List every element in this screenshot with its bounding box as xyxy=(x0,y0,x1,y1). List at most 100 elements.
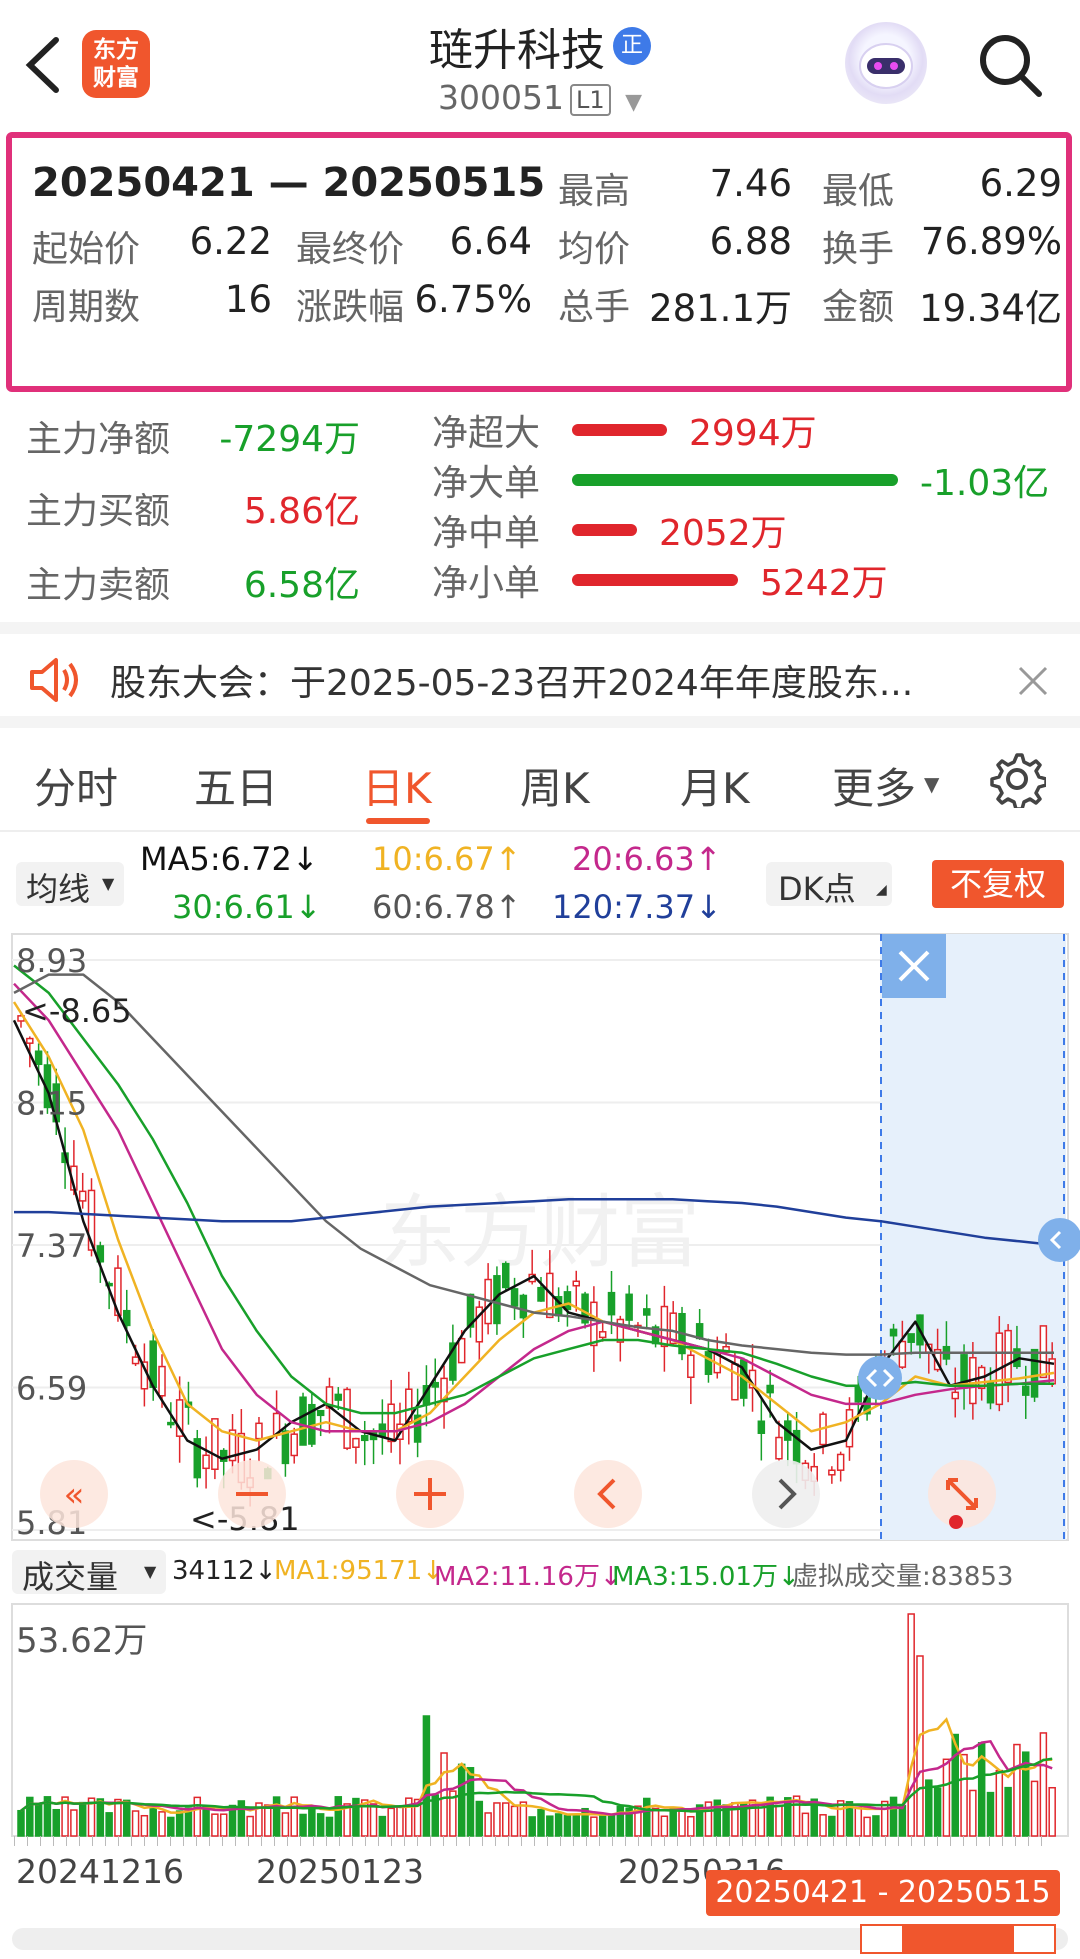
timeline-right-grip-icon[interactable] xyxy=(1012,1924,1056,1954)
volume-bar xyxy=(775,1804,783,1837)
candle-body xyxy=(26,1037,34,1044)
candle-body xyxy=(431,1381,439,1388)
virtual-volume: 虚拟成交量:83853 xyxy=(792,1562,1014,1592)
volume-bar xyxy=(246,1815,254,1837)
settings-gear-icon[interactable] xyxy=(988,750,1046,808)
dk-label: DK点 xyxy=(778,870,856,908)
tab-five-day[interactable]: 五日 xyxy=(194,755,278,816)
volume-bar xyxy=(1048,1786,1056,1837)
kline-chart[interactable]: 东方财富 8.938.157.376.595.81 <-8.65 <-5.81 … xyxy=(0,930,1080,1545)
net-super-label: 净超大 xyxy=(432,413,541,454)
x-tick xyxy=(703,1836,704,1846)
volume-bar xyxy=(863,1816,871,1837)
volume-bar xyxy=(969,1789,977,1837)
x-tick xyxy=(872,1836,873,1846)
x-tick xyxy=(300,1836,301,1846)
volume-bar xyxy=(369,1803,378,1837)
volume-bar xyxy=(158,1811,166,1837)
notice-banner[interactable]: 股东大会：于2025-05-23召开2024年年度股东... xyxy=(0,622,1080,728)
tab-weekly-k[interactable]: 周K xyxy=(520,755,590,816)
open-value: 6.22 xyxy=(189,220,272,263)
fund-flow-panel: 主力净额 -7294万 主力买额 5.86亿 主力卖额 6.58亿 净超大 29… xyxy=(0,398,1080,618)
tab-more[interactable]: 更多 xyxy=(832,755,916,816)
x-tick xyxy=(664,1836,665,1846)
periods-value: 16 xyxy=(224,278,272,321)
x-tick xyxy=(443,1836,444,1846)
x-tick xyxy=(313,1836,314,1846)
left-handle-icon xyxy=(858,1356,902,1400)
x-tick xyxy=(352,1836,353,1846)
timeline-window[interactable] xyxy=(860,1924,1056,1954)
selected-range-label: 20250421 - 20250515 xyxy=(706,1870,1060,1916)
volume-bar xyxy=(140,1814,149,1837)
volume-selector[interactable]: 成交量 ▼ xyxy=(12,1550,166,1596)
candle-body xyxy=(255,1422,263,1440)
volume-bar xyxy=(34,1802,43,1837)
change-label: 涨跌幅 xyxy=(296,287,405,328)
net-large-bar xyxy=(572,474,898,486)
candle-body xyxy=(731,1363,739,1401)
x-tick xyxy=(365,1836,366,1846)
dk-point-button[interactable]: DK点 ◢ xyxy=(766,862,892,908)
net-super-bar xyxy=(572,424,667,436)
x-tick xyxy=(677,1836,678,1846)
candle-body xyxy=(34,1050,43,1066)
volume-bar xyxy=(316,1813,325,1837)
volume-bar xyxy=(995,1769,1004,1837)
net-small-bar xyxy=(572,574,738,586)
ma5-label: MA5:6.72↓ xyxy=(140,840,319,878)
close-icon[interactable] xyxy=(1016,664,1050,698)
vol-ma2: MA2:11.16万↓ xyxy=(434,1562,622,1592)
volume-chart[interactable]: 53.62万 xyxy=(0,1600,1080,1840)
candle-body xyxy=(123,1309,131,1327)
volume-bar xyxy=(105,1812,113,1837)
volume-bar xyxy=(70,1809,78,1837)
candle-body xyxy=(828,1469,836,1476)
tab-monthly-k[interactable]: 月K xyxy=(680,755,750,816)
ma10-label: 10:6.67↑ xyxy=(372,840,522,878)
x-tick xyxy=(326,1836,327,1846)
main-net-label: 主力净额 xyxy=(26,419,171,460)
next-button xyxy=(752,1460,820,1528)
x-tick xyxy=(612,1836,613,1846)
candle-body xyxy=(687,1354,695,1379)
volume-bar xyxy=(1004,1786,1012,1837)
x-tick xyxy=(287,1836,288,1846)
y-tick-label: 6.59 xyxy=(16,1370,87,1408)
candle-body xyxy=(889,1328,898,1337)
volume-bar xyxy=(272,1796,281,1837)
ma20-label: 20:6.63↑ xyxy=(572,840,722,878)
volume-bar xyxy=(325,1816,334,1837)
volume-bar xyxy=(819,1814,827,1837)
volume-bar xyxy=(114,1798,122,1837)
x-tick xyxy=(859,1836,860,1846)
avg-label: 均价 xyxy=(558,229,631,270)
adjust-button[interactable]: 不复权 xyxy=(932,860,1064,908)
indicator-selector[interactable]: 均线 ▼ xyxy=(16,862,124,908)
tab-intraday[interactable]: 分时 xyxy=(34,755,118,816)
candle-body xyxy=(360,1435,369,1442)
x-tick xyxy=(937,1836,938,1846)
timeline-left-grip-icon[interactable] xyxy=(860,1924,904,1954)
net-medium-value: 2052万 xyxy=(659,513,787,554)
volume-bar xyxy=(986,1791,995,1837)
volume-bar xyxy=(607,1815,616,1837)
x-tick xyxy=(599,1836,600,1846)
volume-bar xyxy=(598,1814,607,1837)
x-tick xyxy=(729,1836,730,1846)
volume-bar xyxy=(563,1815,572,1837)
robot-assistant-avatar[interactable] xyxy=(845,22,927,104)
net-small-label: 净小单 xyxy=(432,563,541,604)
x-axis-ticks xyxy=(0,1836,1080,1850)
x-tick xyxy=(833,1836,834,1846)
x-tick xyxy=(573,1836,574,1846)
search-icon[interactable] xyxy=(975,30,1045,100)
x-tick xyxy=(274,1836,275,1846)
x-tick xyxy=(66,1836,67,1846)
candle-body xyxy=(951,1391,959,1400)
tab-daily-k[interactable]: 日K xyxy=(362,755,432,816)
x-tick xyxy=(638,1836,639,1846)
candle-body xyxy=(387,1403,395,1443)
candle-body xyxy=(1004,1329,1012,1384)
candle-body xyxy=(537,1286,545,1302)
